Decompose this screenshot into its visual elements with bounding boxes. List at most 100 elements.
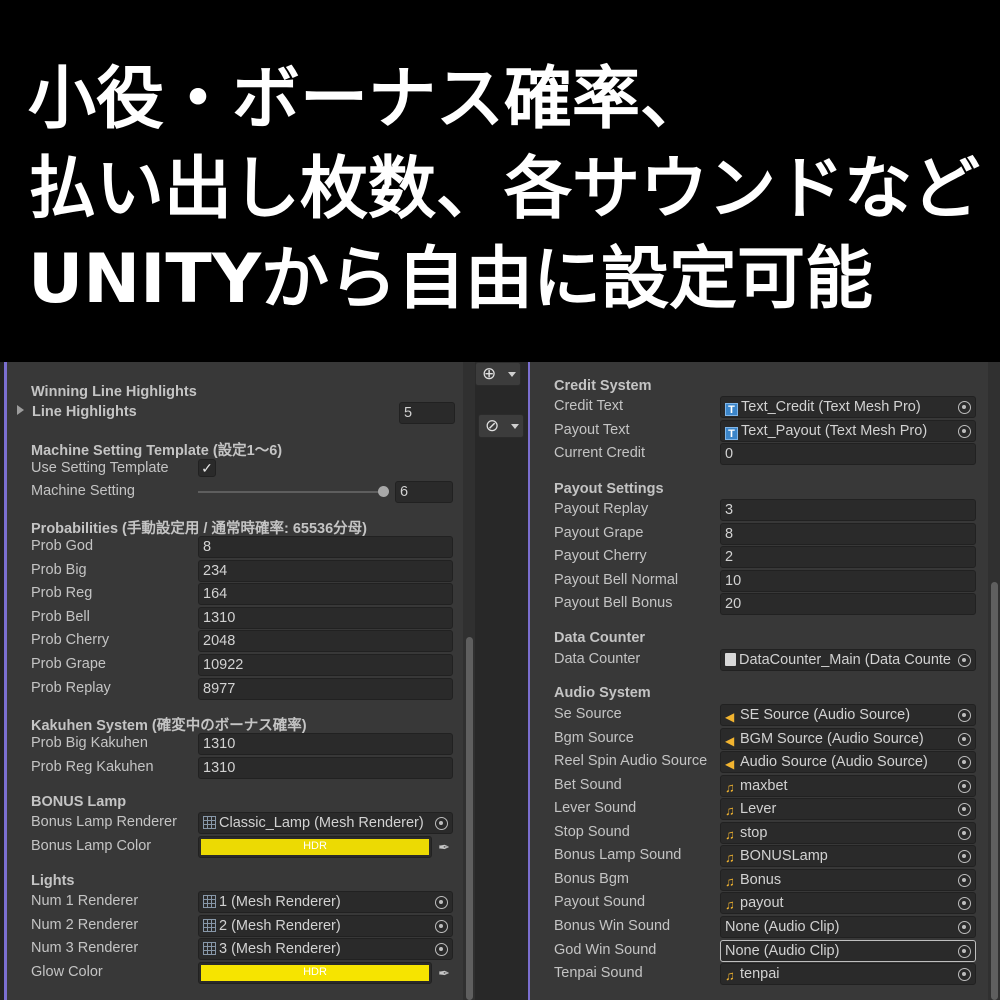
prob-field[interactable]: 164 bbox=[198, 583, 453, 605]
prob-field[interactable]: 2048 bbox=[198, 630, 453, 652]
eyedropper-icon[interactable]: ✒ bbox=[435, 964, 453, 982]
move-tool-dropdown[interactable]: ⊕ bbox=[475, 362, 521, 386]
glow-color-field[interactable]: HDR bbox=[198, 962, 432, 984]
object-picker-icon[interactable] bbox=[435, 943, 448, 956]
right-inspector: Credit System Credit Text T Text_Credit (… bbox=[528, 362, 1000, 1000]
object-picker-icon[interactable] bbox=[958, 897, 971, 910]
payout-field[interactable]: 2 bbox=[720, 546, 976, 568]
compass-icon: ⊘ bbox=[485, 416, 500, 436]
payout-field[interactable]: 8 bbox=[720, 523, 976, 545]
payout-text-field[interactable]: T Text_Payout (Text Mesh Pro) bbox=[720, 420, 976, 442]
audio-source-field[interactable]: ◀ SE Source (Audio Source) bbox=[720, 704, 976, 726]
object-picker-icon[interactable] bbox=[958, 803, 971, 816]
sound-field[interactable]: ♫ payout bbox=[720, 892, 976, 914]
audio-source-field[interactable]: ◀ BGM Source (Audio Source) bbox=[720, 728, 976, 750]
foldout-arrow-icon[interactable] bbox=[17, 405, 24, 415]
sound-value: Bonus bbox=[740, 872, 782, 888]
light-renderer-row: Num 3 Renderer 3 (Mesh Renderer) bbox=[31, 938, 457, 960]
object-picker-icon[interactable] bbox=[958, 945, 971, 958]
object-picker-icon[interactable] bbox=[958, 827, 971, 840]
audio-clip-icon: ♫ bbox=[725, 850, 735, 865]
object-picker-icon[interactable] bbox=[958, 850, 971, 863]
object-picker-icon[interactable] bbox=[958, 968, 971, 981]
sound-label: Payout Sound bbox=[554, 894, 646, 910]
credit-system-header: Credit System bbox=[554, 378, 652, 394]
sound-label: Lever Sound bbox=[554, 800, 637, 816]
sound-value: Lever bbox=[740, 801, 777, 817]
prob-field[interactable]: 10922 bbox=[198, 654, 453, 676]
sound-field[interactable]: ♫ tenpai bbox=[720, 963, 976, 985]
prob-field[interactable]: 8 bbox=[198, 536, 453, 558]
object-picker-icon[interactable] bbox=[435, 896, 448, 909]
glow-color-label: Glow Color bbox=[31, 964, 103, 980]
payout-field[interactable]: 10 bbox=[720, 570, 976, 592]
sound-field[interactable]: ♫ Lever bbox=[720, 798, 976, 820]
prob-field[interactable]: 8977 bbox=[198, 678, 453, 700]
sound-row: God Win Sound None (Audio Clip) bbox=[554, 940, 978, 962]
prob-label: Prob Replay bbox=[31, 680, 111, 696]
scrollbar-thumb[interactable] bbox=[991, 582, 998, 1000]
payout-row: Payout Cherry 2 bbox=[554, 546, 978, 568]
prob-row: Prob Grape 10922 bbox=[31, 654, 457, 676]
payout-field[interactable]: 3 bbox=[720, 499, 976, 521]
sound-value: BONUSLamp bbox=[740, 848, 828, 864]
text-mesh-pro-icon: T bbox=[725, 403, 738, 416]
glow-color-row: Glow Color HDR ✒ bbox=[31, 962, 457, 984]
prob-field[interactable]: 234 bbox=[198, 560, 453, 582]
object-picker-icon[interactable] bbox=[958, 709, 971, 722]
object-picker-icon[interactable] bbox=[435, 920, 448, 933]
right-scrollbar[interactable] bbox=[988, 362, 1000, 1000]
object-picker-icon[interactable] bbox=[958, 654, 971, 667]
audio-source-row: Bgm Source ◀ BGM Source (Audio Source) bbox=[554, 728, 978, 750]
payout-row: Payout Grape 8 bbox=[554, 523, 978, 545]
sound-field[interactable]: ♫ maxbet bbox=[720, 775, 976, 797]
object-picker-icon[interactable] bbox=[958, 733, 971, 746]
scrollbar-thumb[interactable] bbox=[466, 637, 473, 1000]
sound-field[interactable]: ♫ Bonus bbox=[720, 869, 976, 891]
object-picker-icon[interactable] bbox=[435, 817, 448, 830]
use-setting-template-checkbox[interactable]: ✓ bbox=[198, 459, 216, 477]
object-picker-icon[interactable] bbox=[958, 425, 971, 438]
machine-setting-slider-knob[interactable] bbox=[378, 486, 389, 497]
light-renderer-field[interactable]: 2 (Mesh Renderer) bbox=[198, 915, 453, 937]
current-credit-field[interactable]: 0 bbox=[720, 443, 976, 465]
audio-clip-icon: ♫ bbox=[725, 968, 735, 983]
payout-field[interactable]: 20 bbox=[720, 593, 976, 615]
prob-field[interactable]: 1310 bbox=[198, 607, 453, 629]
kakuhen-field[interactable]: 1310 bbox=[198, 757, 453, 779]
line-highlights-label[interactable]: Line Highlights bbox=[32, 404, 137, 420]
data-counter-field[interactable]: DataCounter_Main (Data Counte bbox=[720, 649, 976, 671]
eyedropper-icon[interactable]: ✒ bbox=[435, 838, 453, 856]
object-picker-icon[interactable] bbox=[958, 401, 971, 414]
bonus-lamp-color-field[interactable]: HDR bbox=[198, 836, 432, 858]
line-highlights-field[interactable]: 5 bbox=[399, 402, 455, 424]
use-setting-template-label: Use Setting Template bbox=[31, 460, 169, 476]
sound-field[interactable]: None (Audio Clip) bbox=[720, 916, 976, 938]
bonus-lamp-renderer-field[interactable]: Classic_Lamp (Mesh Renderer) bbox=[198, 812, 453, 834]
sound-field[interactable]: ♫ stop bbox=[720, 822, 976, 844]
object-picker-icon[interactable] bbox=[958, 874, 971, 887]
sound-field[interactable]: ♫ BONUSLamp bbox=[720, 845, 976, 867]
payout-text-value: Text_Payout (Text Mesh Pro) bbox=[741, 423, 928, 439]
audio-source-field[interactable]: ◀ Audio Source (Audio Source) bbox=[720, 751, 976, 773]
promo-banner: 小役・ボーナス確率、 払い出し枚数、各サウンドなど UNITYから自由に設定可能 bbox=[0, 0, 1000, 362]
kakuhen-row: Prob Big Kakuhen 1310 bbox=[31, 733, 457, 755]
snap-tool-dropdown[interactable]: ⊘ bbox=[478, 414, 524, 438]
left-scrollbar[interactable] bbox=[463, 362, 475, 1000]
object-picker-icon[interactable] bbox=[958, 921, 971, 934]
current-credit-label: Current Credit bbox=[554, 445, 646, 461]
kakuhen-field[interactable]: 1310 bbox=[198, 733, 453, 755]
sound-field[interactable]: None (Audio Clip) bbox=[720, 940, 976, 962]
object-picker-icon[interactable] bbox=[958, 756, 971, 769]
object-picker-icon[interactable] bbox=[958, 780, 971, 793]
light-renderer-field[interactable]: 1 (Mesh Renderer) bbox=[198, 891, 453, 913]
credit-text-field[interactable]: T Text_Credit (Text Mesh Pro) bbox=[720, 396, 976, 418]
payout-label: Payout Bell Bonus bbox=[554, 595, 673, 611]
machine-setting-slider-track[interactable] bbox=[198, 491, 384, 493]
audio-clip-icon: ♫ bbox=[725, 780, 735, 795]
light-renderer-field[interactable]: 3 (Mesh Renderer) bbox=[198, 938, 453, 960]
sound-label: Bonus Win Sound bbox=[554, 918, 671, 934]
use-setting-template-row: Use Setting Template ✓ bbox=[31, 458, 457, 480]
payout-settings-header: Payout Settings bbox=[554, 481, 664, 497]
machine-setting-field[interactable]: 6 bbox=[395, 481, 453, 503]
